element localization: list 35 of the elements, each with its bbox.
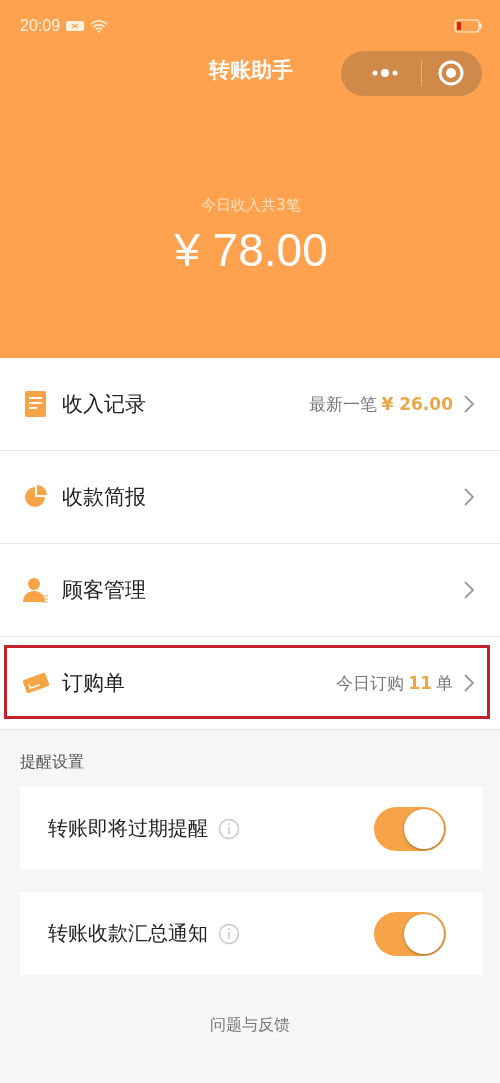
pie-chart-icon [22,485,50,509]
income-amount: ¥ 78.00 [173,223,329,277]
battery-icon [454,19,482,33]
menu-label: 顾客管理 [62,577,146,604]
menu-detail: 11 [408,673,432,693]
menu-detail: 最新一笔 [309,392,378,416]
menu-label: 收款简报 [62,484,146,511]
toggle-switch[interactable] [374,911,446,956]
chevron-icon [463,580,475,600]
toggle-switch[interactable] [374,806,446,851]
menu-label: 收入记录 [62,391,146,418]
menu-detail: ¥ 26.00 [381,394,453,414]
customer-icon [22,577,50,603]
page-title: 转账助手 [209,57,293,84]
menu-item[interactable]: 收款简报 [0,451,500,544]
setting-label: 转账即将过期提醒 [48,815,208,842]
chevron-icon [463,673,475,693]
menu-detail: 今日订购 [336,671,405,695]
close-icon[interactable] [436,58,466,88]
menu-label: 订购单 [62,670,125,697]
status-time: 20:09 [20,17,61,35]
menu-item[interactable]: 顾客管理 [0,544,500,637]
feedback-link[interactable]: 问题与反馈 [210,1015,290,1036]
menu-item[interactable]: 收入记录 最新一笔 ¥ 26.00 [0,358,500,451]
info-icon[interactable] [218,922,240,945]
menu-detail: 单 [436,671,453,695]
wifi-icon [90,19,109,33]
section-title: 提醒设置 [19,751,85,773]
chevron-icon [463,487,475,507]
notification-icon [66,20,85,32]
setting-label: 转账收款汇总通知 [48,920,208,947]
chevron-icon [463,394,475,414]
info-icon[interactable] [218,817,240,840]
income-summary: 今日收入共3笔 [200,196,302,215]
menu-item[interactable]: 订购单 今日订购 11 单 [0,637,500,730]
